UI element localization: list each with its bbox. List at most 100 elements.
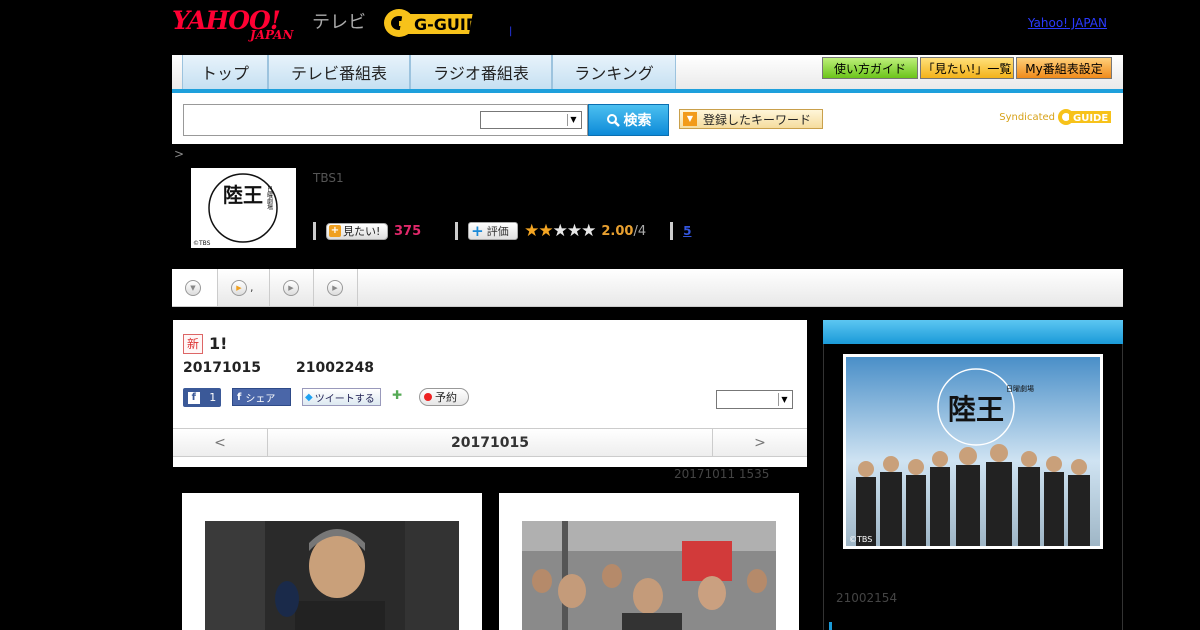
tv-logo-text[interactable]: テレビ: [312, 8, 366, 34]
yahoo-logo[interactable]: YAHOO! JAPAN: [172, 6, 293, 42]
date-navigation: < 20171015 >: [173, 428, 807, 457]
episode-select[interactable]: ▼: [716, 390, 793, 409]
breadcrumb: >: [174, 147, 185, 161]
share-label: シェア: [245, 393, 276, 405]
photo-card[interactable]: [182, 493, 482, 630]
key-visual-copyright: ©TBS: [849, 535, 872, 544]
star-filled-icon: ★: [524, 221, 539, 241]
new-badge: 新: [183, 334, 203, 354]
key-visual-title: 陸王: [948, 393, 1004, 426]
cast-photo: [522, 521, 776, 630]
sidebar-key-visual[interactable]: 陸王 日曜劇場 ©TBS: [843, 354, 1103, 549]
search-button[interactable]: 検索: [588, 104, 669, 136]
rikuou-logo-image: 陸王 日曜劇場 ©TBS: [191, 168, 296, 248]
play-circle-icon: ▶: [327, 279, 343, 296]
tab-episode-label: ,: [250, 281, 254, 294]
gguide-small-logo-text: GUIDE: [1073, 113, 1108, 124]
chevron-down-circle-icon: ▼: [185, 279, 201, 296]
my-schedule-button[interactable]: My番組表設定: [1016, 57, 1112, 79]
want-to-watch-button[interactable]: + 見たい!: [326, 222, 388, 240]
tab-more[interactable]: ▶: [314, 269, 358, 306]
gguide-logo-text: G-GUIDE: [414, 15, 480, 34]
tab-episode[interactable]: ▶ ,: [218, 269, 270, 306]
saved-keywords-label: 登録したキーワード: [703, 112, 812, 127]
header: YAHOO! JAPAN テレビ G-GUIDE | Yahoo! JAPAN: [172, 0, 1123, 52]
episode-title: 1!: [209, 334, 228, 353]
yahoo-japan-text: JAPAN: [250, 28, 294, 42]
divider: [313, 222, 316, 240]
channel-name: TBS1: [313, 171, 344, 185]
rate-button[interactable]: + 評価: [468, 222, 519, 240]
updated-timestamp: 20171011 1535: [674, 467, 770, 481]
facebook-share-button[interactable]: f シェア: [232, 388, 291, 406]
yahoo-japan-link[interactable]: Yahoo! JAPAN: [1028, 16, 1107, 30]
cast-photo-image: [522, 521, 776, 630]
search-button-label: 検索: [623, 113, 652, 129]
rate-label: 評価: [486, 225, 509, 238]
saved-keywords-button[interactable]: ▼ 登録したキーワード: [679, 109, 823, 129]
tweet-button[interactable]: ◆ ツイートする: [302, 388, 381, 406]
chevron-down-icon: ▼: [567, 114, 579, 126]
record-dot-icon: [424, 393, 432, 401]
cast-photo: [205, 521, 459, 630]
photo-card[interactable]: [499, 493, 799, 630]
nav-tab-radio-schedule[interactable]: ラジオ番組表: [410, 55, 552, 89]
play-circle-icon: ▶: [283, 279, 299, 296]
plus-icon: +: [471, 222, 484, 240]
review-count-link[interactable]: 5: [683, 224, 691, 238]
want-list-button[interactable]: 「見たい!」一覧: [920, 57, 1014, 79]
thumb-copyright-text: ©TBS: [193, 240, 211, 247]
sidebar-header: [823, 320, 1123, 344]
tab-info[interactable]: ▶: [270, 269, 314, 306]
previous-date-button[interactable]: <: [173, 429, 268, 457]
tab-menu[interactable]: ▼: [172, 269, 218, 306]
star-empty-icon: ★: [566, 221, 582, 241]
rating-score: 2.00: [601, 223, 634, 239]
reserve-button[interactable]: 予約: [419, 388, 469, 406]
divider: [670, 222, 674, 240]
search-icon: [606, 114, 620, 127]
sidebar-accent-bar: [829, 622, 832, 630]
gguide-logo[interactable]: G-GUIDE: [382, 6, 480, 40]
gguide-small-logo: GUIDE: [1058, 109, 1111, 125]
nav-tab-ranking[interactable]: ランキング: [552, 55, 676, 89]
twitter-bird-icon: ◆: [305, 391, 313, 403]
rating-stars: ★★★★★: [524, 221, 596, 241]
divider: [455, 222, 459, 240]
facebook-icon: f: [237, 391, 242, 403]
episode-panel: 新 1! 20171015 21002248 f 1 f シェア ◆ ツイートす…: [173, 320, 807, 467]
program-thumbnail[interactable]: 陸王 日曜劇場 ©TBS: [191, 168, 296, 248]
next-date-button[interactable]: >: [712, 429, 807, 457]
nav-tab-top[interactable]: トップ: [182, 55, 268, 89]
bookmark-icon[interactable]: ✚: [392, 388, 408, 404]
chevron-down-icon: ▼: [778, 393, 790, 406]
like-count: 1: [209, 391, 217, 404]
program-tabstrip: ▼ ▶ , ▶ ▶: [172, 269, 1123, 307]
page: YAHOO! JAPAN テレビ G-GUIDE | Yahoo! JAPAN …: [0, 0, 1200, 630]
header-separator: |: [509, 26, 513, 37]
facebook-icon: f: [187, 391, 200, 404]
nav-tab-tv-schedule[interactable]: テレビ番組表: [268, 55, 410, 89]
current-date: 20171015: [451, 435, 529, 451]
star-empty-icon: ★: [552, 221, 568, 241]
search-category-select[interactable]: ▼: [480, 111, 582, 129]
air-code: 21002248: [296, 360, 374, 376]
thumb-sub-text: 日曜劇場: [266, 186, 273, 211]
plus-icon: +: [329, 225, 341, 237]
play-circle-icon: ▶: [231, 279, 247, 296]
want-count: 375: [394, 223, 422, 239]
reserve-label: 予約: [435, 391, 457, 404]
facebook-like-button[interactable]: f 1: [183, 388, 221, 407]
main-nav: トップ テレビ番組表 ラジオ番組表 ランキング 使い方ガイド 「見たい!」一覧 …: [172, 55, 1123, 93]
search-bar: ▼ 検索 ▼ 登録したキーワード Syndicated GUIDE: [172, 93, 1123, 144]
tweet-label: ツイートする: [314, 393, 375, 405]
cast-photo-image: [205, 521, 459, 630]
usage-guide-button[interactable]: 使い方ガイド: [822, 57, 918, 79]
syndicated-gguide-logo: Syndicated GUIDE: [999, 107, 1113, 127]
thumb-title-text: 陸王: [223, 183, 263, 207]
star-filled-icon: ★: [538, 221, 553, 241]
sidebar-code: 21002154: [836, 591, 898, 605]
air-date: 20171015: [183, 360, 261, 376]
key-visual-image: 陸王 日曜劇場 ©TBS: [846, 357, 1100, 546]
triangle-down-icon: ▼: [683, 112, 697, 126]
